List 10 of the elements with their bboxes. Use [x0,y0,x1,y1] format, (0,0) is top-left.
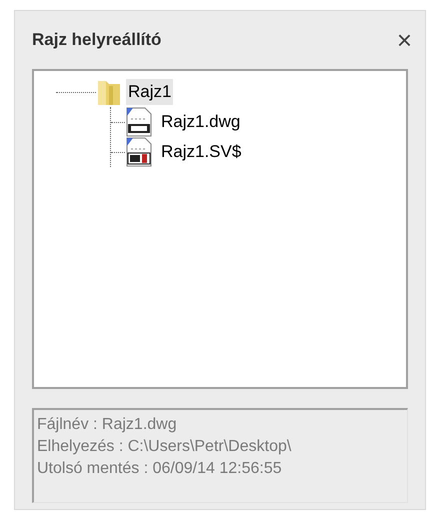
close-button[interactable]: × [396,27,412,53]
tree-item[interactable]: Rajz1 [126,79,174,105]
tree-item[interactable]: Rajz1.dwg [159,109,242,135]
tree-item[interactable]: Rajz1.SV$ [159,139,244,165]
file-icon [125,107,153,137]
panel-title: Rajz helyreállító [32,29,162,52]
info-text: Elhelyezés : C:\Users\Petr\Desktop\ [37,437,292,457]
info-text: Utolsó mentés : 06/09/14 12:56:55 [37,459,283,479]
info-text: Fájlnév : Rajz1.dwg [37,415,178,435]
file-icon [125,137,153,167]
